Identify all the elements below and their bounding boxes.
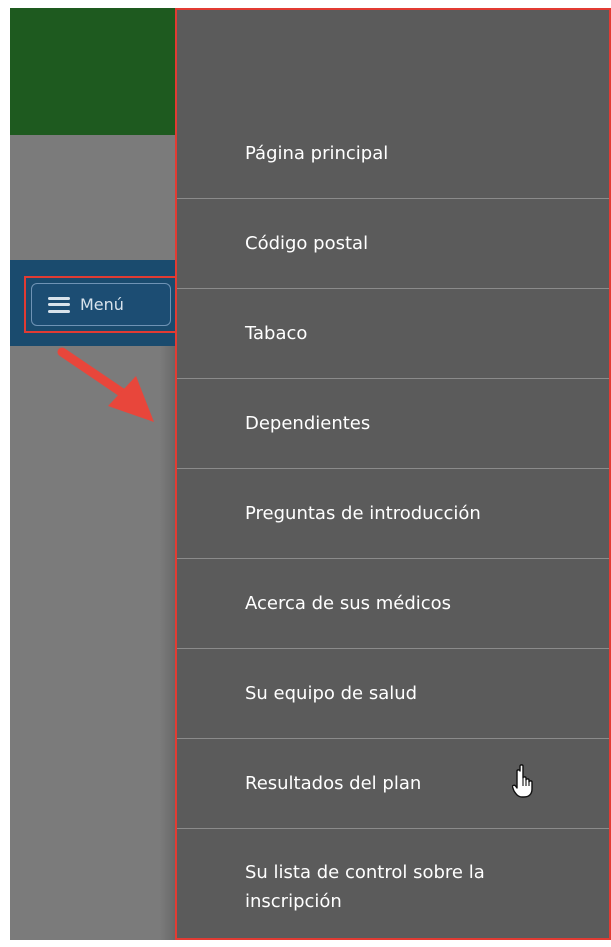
page-background (10, 8, 178, 940)
menu-item-label: Su lista de control sobre la inscripción (245, 862, 485, 912)
site-header (10, 8, 178, 135)
menu-item-resultados-del-plan[interactable]: Resultados del plan (177, 739, 609, 829)
menu-button-label: Menú (80, 295, 124, 314)
menu-item-label: Código postal (245, 233, 369, 254)
menu-item-label: Tabaco (245, 323, 308, 344)
hand-pointer-cursor-icon (512, 764, 533, 798)
menu-item-lista-de-control[interactable]: Su lista de control sobre la inscripción (177, 829, 609, 947)
menu-item-label: Su equipo de salud (245, 683, 418, 704)
menu-item-su-equipo-de-salud[interactable]: Su equipo de salud (177, 649, 609, 739)
drawer-menu-list: Página principal Código postal Tabaco De… (177, 109, 609, 947)
navigation-drawer: Página principal Código postal Tabaco De… (175, 8, 611, 940)
menu-item-tabaco[interactable]: Tabaco (177, 289, 609, 379)
menu-item-label: Página principal (245, 143, 389, 164)
menu-item-pagina-principal[interactable]: Página principal (177, 109, 609, 199)
annotation-arrow-icon (57, 347, 154, 422)
menu-item-codigo-postal[interactable]: Código postal (177, 199, 609, 289)
menu-item-preguntas-de-introduccion[interactable]: Preguntas de introducción (177, 469, 609, 559)
hamburger-menu-icon (48, 296, 70, 313)
menu-item-label: Preguntas de introducción (245, 503, 481, 524)
menu-item-label: Dependientes (245, 413, 371, 434)
screenshot-frame: Menú Página principal Código postal Taba… (0, 0, 611, 943)
menu-button[interactable]: Menú (31, 283, 171, 326)
menu-item-label: Acerca de sus médicos (245, 593, 452, 614)
menu-item-acerca-de-sus-medicos[interactable]: Acerca de sus médicos (177, 559, 609, 649)
menu-item-dependientes[interactable]: Dependientes (177, 379, 609, 469)
